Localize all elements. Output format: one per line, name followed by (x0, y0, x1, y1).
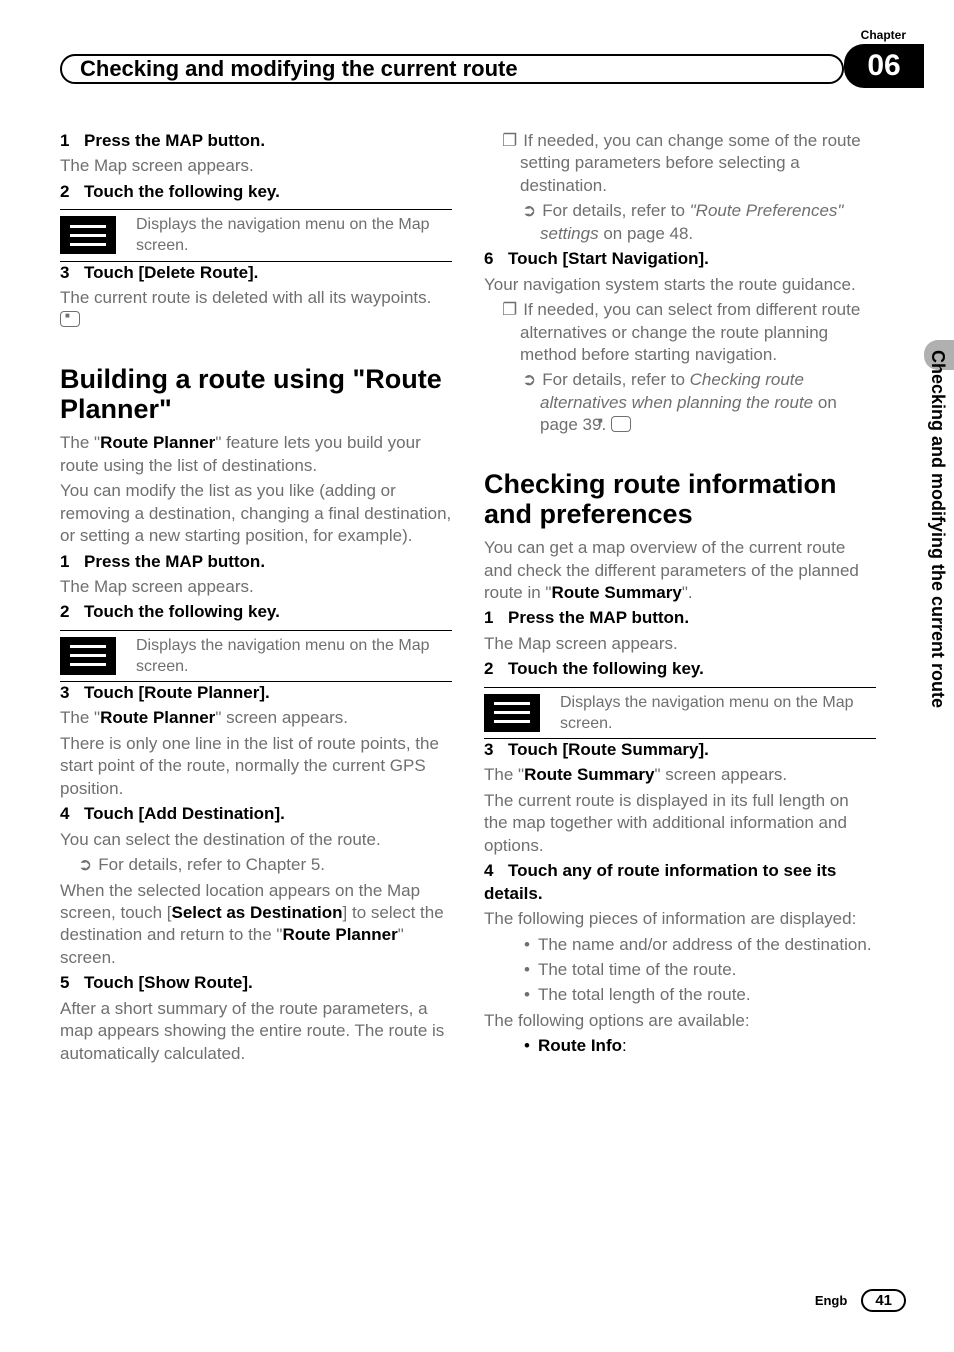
rp-step-4-sub: For details, refer to Chapter 5. (60, 854, 452, 876)
rp-step-1: 1Press the MAP button. (60, 551, 452, 573)
menu-key-desc-2: Displays the navigation menu on the Map … (136, 635, 452, 677)
rp-step-4-body: You can select the destination of the ro… (60, 829, 452, 851)
rp-intro-2: You can modify the list as you like (add… (60, 480, 452, 547)
ri-opt-1: Route Info: (484, 1035, 876, 1057)
r-step-6-sub1: If needed, you can select from different… (484, 299, 876, 366)
footer: Engb 41 (815, 1289, 906, 1312)
rp-step-2: 2Touch the following key. (60, 601, 452, 623)
ri-step-3-body: The current route is displayed in its fu… (484, 790, 876, 857)
end-section-icon (60, 311, 80, 327)
ri-step-4: 4Touch any of route information to see i… (484, 860, 876, 905)
step-1: 1Press the MAP button. (60, 130, 452, 152)
ri-step-2: 2Touch the following key. (484, 658, 876, 680)
footer-lang: Engb (815, 1293, 848, 1308)
page-number: 41 (861, 1289, 906, 1312)
menu-key-row-3: Displays the navigation menu on the Map … (484, 687, 876, 739)
menu-key-row-2: Displays the navigation menu on the Map … (60, 630, 452, 682)
rp-step-5-body: After a short summary of the route param… (60, 998, 452, 1065)
ri-step-1: 1Press the MAP button. (484, 607, 876, 629)
menu-icon[interactable] (60, 637, 116, 675)
menu-icon[interactable] (60, 216, 116, 254)
menu-key-row: Displays the navigation menu on the Map … (60, 209, 452, 261)
ri-bullet-3: The total length of the route. (484, 984, 876, 1006)
rp-intro-1: The "Route Planner" feature lets you bui… (60, 432, 452, 477)
rp-step-3: 3Touch [Route Planner]. (60, 682, 452, 704)
rp-step-4-body2: When the selected location appears on th… (60, 880, 452, 970)
step-3: 3Touch [Delete Route]. (60, 262, 452, 284)
r-note-1: If needed, you can change some of the ro… (484, 130, 876, 197)
rp-step-3-line1: The "Route Planner" screen appears. (60, 707, 452, 729)
rp-step-5: 5Touch [Show Route]. (60, 972, 452, 994)
rp-step-3-line2: There is only one line in the list of ro… (60, 733, 452, 800)
r-step-6: 6Touch [Start Navigation]. (484, 248, 876, 270)
left-column: 1Press the MAP button. The Map screen ap… (60, 130, 452, 1068)
menu-icon[interactable] (484, 694, 540, 732)
ri-step-3: 3Touch [Route Summary]. (484, 739, 876, 761)
ri-step-4-body: The following pieces of information are … (484, 908, 876, 930)
r-step-6-sub2: For details, refer to Checking route alt… (484, 369, 876, 436)
rp-step-4: 4Touch [Add Destination]. (60, 803, 452, 825)
heading-route-planner: Building a route using "Route Planner" (60, 364, 452, 424)
r-note-1-sub: For details, refer to "Route Preferences… (484, 200, 876, 245)
step-3-body: The current route is deleted with all it… (60, 287, 452, 332)
heading-route-info: Checking route information and preferenc… (484, 469, 876, 529)
chapter-label: Chapter (861, 28, 906, 42)
ri-bullet-1: The name and/or address of the destinati… (484, 934, 876, 956)
ri-bullet-2: The total time of the route. (484, 959, 876, 981)
r-step-6-body: Your navigation system starts the route … (484, 274, 876, 296)
ri-step-3-line1: The "Route Summary" screen appears. (484, 764, 876, 786)
chapter-number-tab: 06 (844, 44, 924, 88)
step-1-body: The Map screen appears. (60, 155, 452, 177)
ri-intro: You can get a map overview of the curren… (484, 537, 876, 604)
step-2: 2Touch the following key. (60, 181, 452, 203)
side-chapter-title: Checking and modifying the current route (927, 350, 948, 708)
right-column: If needed, you can change some of the ro… (484, 130, 876, 1068)
ri-step-1-body: The Map screen appears. (484, 633, 876, 655)
menu-key-desc: Displays the navigation menu on the Map … (136, 214, 452, 256)
menu-key-desc-3: Displays the navigation menu on the Map … (560, 692, 876, 734)
rp-step-1-body: The Map screen appears. (60, 576, 452, 598)
chapter-title-bar: Checking and modifying the current route (60, 54, 844, 84)
ri-opts: The following options are available: (484, 1010, 876, 1032)
end-section-icon (611, 416, 631, 432)
